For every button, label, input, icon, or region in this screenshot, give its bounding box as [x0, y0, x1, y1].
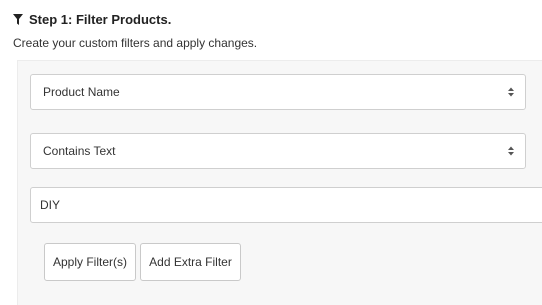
section-heading: Step 1: Filter Products. — [13, 12, 171, 27]
apply-filters-button[interactable]: Apply Filter(s) — [44, 243, 136, 281]
funnel-icon — [13, 14, 23, 25]
filter-products-page: Step 1: Filter Products. Create your cus… — [0, 0, 542, 305]
chevron-up-down-icon — [508, 87, 514, 97]
field-select-value: Product Name — [43, 85, 120, 99]
section-title: Step 1: Filter Products. — [29, 12, 172, 27]
add-extra-filter-button[interactable]: Add Extra Filter — [140, 243, 241, 281]
filter-value-input[interactable] — [30, 187, 542, 223]
section-subtitle: Create your custom filters and apply cha… — [13, 36, 258, 50]
field-select[interactable]: Product Name — [30, 74, 526, 110]
operator-select[interactable]: Contains Text — [30, 133, 526, 169]
chevron-up-down-icon — [508, 146, 514, 156]
operator-select-value: Contains Text — [43, 144, 116, 158]
